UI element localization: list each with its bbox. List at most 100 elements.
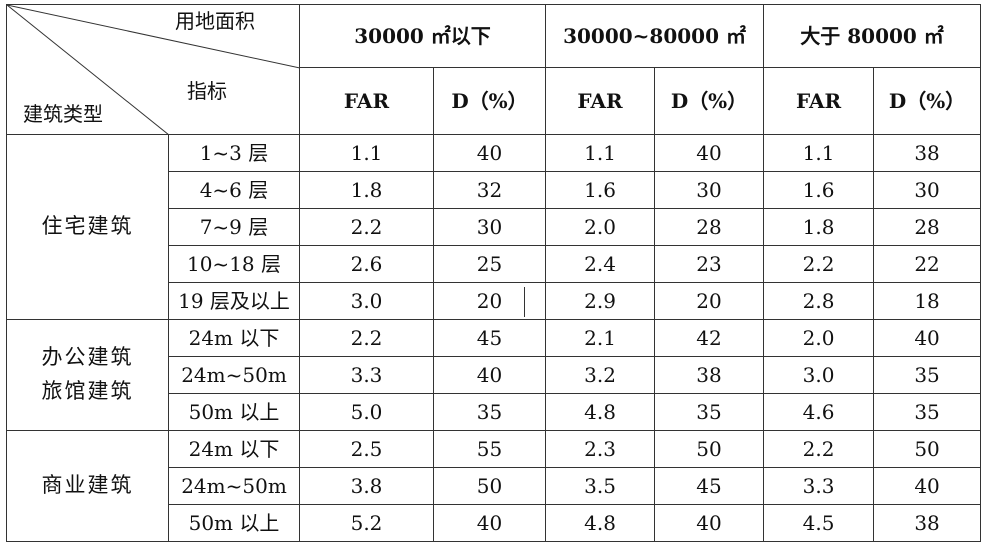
- d-value-cell: 38: [873, 134, 982, 172]
- far-value-cell: 2.5: [299, 430, 434, 468]
- d-value-cell: 35: [654, 393, 765, 431]
- d-value-cell: 45: [654, 467, 765, 505]
- far-value-cell: 2.2: [299, 208, 434, 246]
- d-value-cell: 30: [873, 171, 982, 209]
- table-row: 商业建筑 24m 以下 2.5 55 2.3 50 2.2 50: [6, 430, 982, 542]
- d-value-cell: 40: [432, 134, 547, 172]
- far-value-cell: 2.0: [545, 208, 656, 246]
- far-value-cell: 1.8: [299, 171, 434, 209]
- far-value-cell: 2.0: [763, 319, 875, 357]
- d-value-cell: 20: [654, 282, 765, 320]
- far-value-cell: 4.8: [545, 393, 656, 431]
- subcategory-cell: 4~6 层: [168, 171, 300, 209]
- corner-label-type: 建筑类型: [23, 102, 103, 126]
- metric-header-far: FAR: [299, 67, 434, 135]
- d-value-cell: 40: [432, 504, 547, 542]
- subcategory-cell: 24m~50m: [168, 356, 300, 394]
- far-value-cell: 3.3: [763, 467, 875, 505]
- building-category-cell: 商业建筑: [6, 430, 169, 542]
- indicator-table: 用地面积 指标 建筑类型 30000 ㎡以下 30000~80000 ㎡ 大于 …: [6, 4, 982, 542]
- far-value-cell: 2.2: [299, 319, 434, 357]
- far-value-cell: 2.8: [763, 282, 875, 320]
- building-category-label: 商业建筑: [41, 473, 134, 498]
- far-value-cell: 1.1: [763, 134, 875, 172]
- d-value-cell: 40: [654, 504, 765, 542]
- metric-header-far: FAR: [545, 67, 656, 135]
- subcategory-cell: 10~18 层: [168, 245, 300, 283]
- subcategory-cell: 19 层及以上: [168, 282, 300, 320]
- d-value-cell: 42: [654, 319, 765, 357]
- metric-header-d: D（%）: [873, 67, 982, 135]
- subcategory-cell: 1~3 层: [168, 134, 300, 172]
- d-value-cell: 23: [654, 245, 765, 283]
- building-category-label: 旅馆建筑: [41, 379, 134, 403]
- metric-header-far: FAR: [763, 67, 875, 135]
- far-value-cell: 2.2: [763, 430, 875, 468]
- d-value-cell: 45: [432, 319, 547, 357]
- far-value-cell: 3.8: [299, 467, 434, 505]
- area-header-3: 大于 80000 ㎡: [763, 4, 982, 68]
- subcategory-cell: 24m~50m: [168, 467, 300, 505]
- d-value-cell: 30: [432, 208, 547, 246]
- d-value-cell: 35: [873, 356, 982, 394]
- subcategory-cell: 24m 以下: [168, 319, 300, 357]
- d-value-cell: 35: [432, 393, 547, 431]
- far-value-cell: 1.6: [763, 171, 875, 209]
- d-value-cell: 28: [654, 208, 765, 246]
- header-row-area: 用地面积 指标 建筑类型 30000 ㎡以下 30000~80000 ㎡ 大于 …: [6, 4, 982, 135]
- d-value-cell: 40: [873, 467, 982, 505]
- far-value-cell: 2.9: [545, 282, 656, 320]
- table-container: 用地面积 指标 建筑类型 30000 ㎡以下 30000~80000 ㎡ 大于 …: [0, 0, 985, 543]
- stray-vertical-mark: [524, 287, 525, 317]
- subcategory-cell: 50m 以上: [168, 504, 300, 542]
- far-value-cell: 2.2: [763, 245, 875, 283]
- far-value-cell: 2.6: [299, 245, 434, 283]
- d-value-cell: 40: [432, 356, 547, 394]
- far-value-cell: 4.5: [763, 504, 875, 542]
- corner-header-cell: 用地面积 指标 建筑类型: [6, 4, 300, 135]
- d-value-cell: 40: [873, 319, 982, 357]
- subcategory-cell: 7~9 层: [168, 208, 300, 246]
- far-value-cell: 5.2: [299, 504, 434, 542]
- d-value-cell: 38: [873, 504, 982, 542]
- d-value-cell: 50: [432, 467, 547, 505]
- d-value-cell: 25: [432, 245, 547, 283]
- table-row: 办公建筑 旅馆建筑 24m 以下 2.2 45 2.1 42 2.0 40: [6, 319, 982, 431]
- area-header-2: 30000~80000 ㎡: [545, 4, 765, 68]
- far-value-cell: 1.6: [545, 171, 656, 209]
- d-value-cell: 50: [654, 430, 765, 468]
- far-value-cell: 2.4: [545, 245, 656, 283]
- d-value-cell: 35: [873, 393, 982, 431]
- far-value-cell: 5.0: [299, 393, 434, 431]
- d-value-cell: 32: [432, 171, 547, 209]
- d-value-cell: 40: [654, 134, 765, 172]
- far-value-cell: 4.6: [763, 393, 875, 431]
- d-value-cell: 50: [873, 430, 982, 468]
- d-value-cell: 20: [432, 282, 547, 320]
- far-value-cell: 1.8: [763, 208, 875, 246]
- far-value-cell: 4.8: [545, 504, 656, 542]
- metric-header-d: D（%）: [432, 67, 547, 135]
- table-row: 住宅建筑 1~3 层 1.1 40 1.1 40 1.1 38: [6, 134, 982, 320]
- far-value-cell: 3.0: [763, 356, 875, 394]
- subcategory-cell: 50m 以上: [168, 393, 300, 431]
- far-value-cell: 3.5: [545, 467, 656, 505]
- building-category-cell: 住宅建筑: [6, 134, 169, 320]
- far-value-cell: 1.1: [299, 134, 434, 172]
- area-header-1: 30000 ㎡以下: [298, 4, 547, 68]
- metric-header-d: D（%）: [654, 67, 765, 135]
- d-value-cell: 30: [654, 171, 765, 209]
- building-category-cell: 办公建筑 旅馆建筑: [6, 319, 169, 431]
- corner-label-metric: 指标: [187, 79, 227, 103]
- d-value-cell: 28: [873, 208, 982, 246]
- far-value-cell: 2.3: [545, 430, 656, 468]
- far-value-cell: 3.0: [299, 282, 434, 320]
- corner-label-area: 用地面积: [175, 9, 255, 33]
- d-value-cell: 22: [873, 245, 982, 283]
- subcategory-cell: 24m 以下: [168, 430, 300, 468]
- building-category-label: 办公建筑: [41, 345, 134, 370]
- building-category-label: 住宅建筑: [41, 214, 134, 239]
- far-value-cell: 3.2: [545, 356, 656, 394]
- d-value-cell: 38: [654, 356, 765, 394]
- far-value-cell: 2.1: [545, 319, 656, 357]
